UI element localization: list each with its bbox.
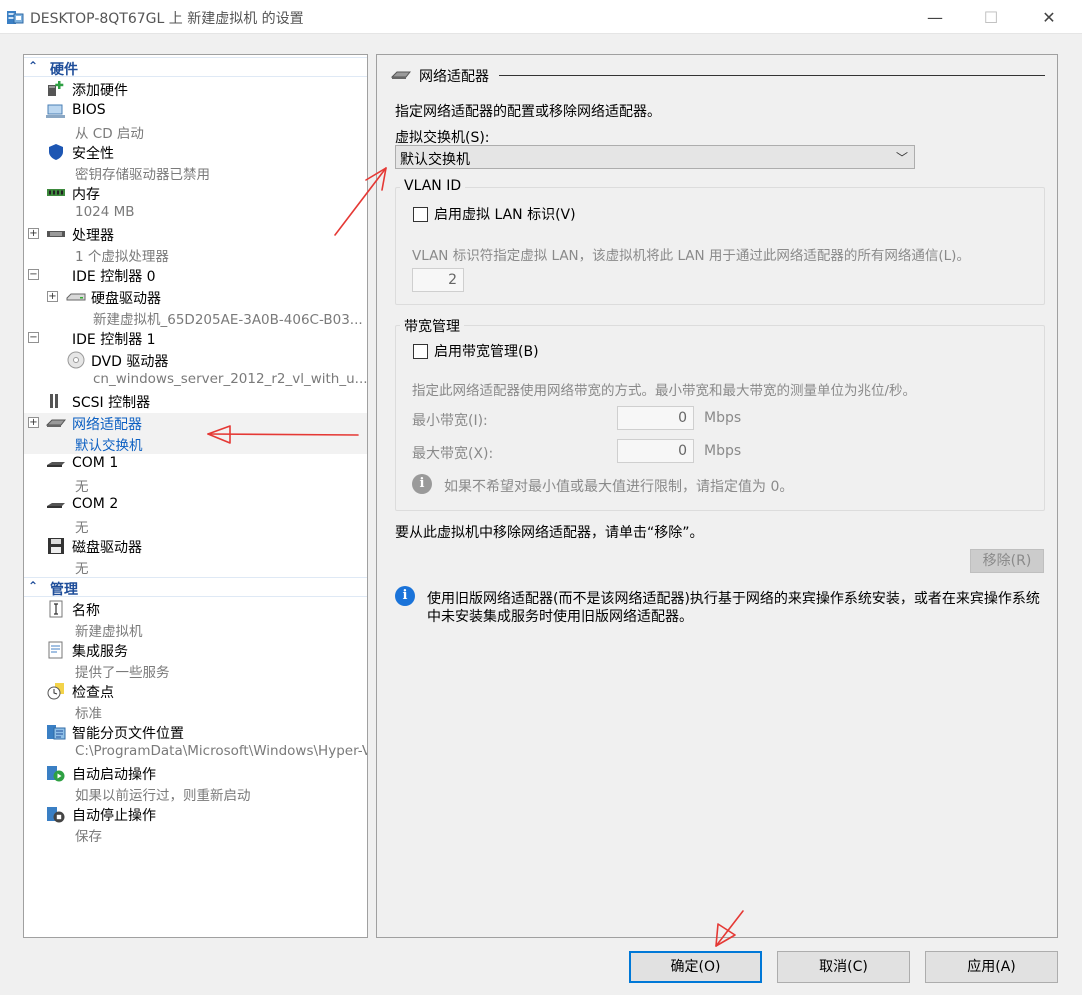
legacy-adapter-info-line1: 使用旧版网络适配器(而不是该网络适配器)执行基于网络的来宾操作系统安装，或者在来… <box>427 591 1040 607</box>
bandwidth-help-text: 指定此网络适配器使用网络带宽的方式。最小带宽和最大带宽的测量单位为兆位/秒。 <box>412 383 917 399</box>
tree-item-floppy-drive[interactable]: 磁盘驱动器 无 <box>24 536 367 577</box>
tree-item-checkpoint[interactable]: 检查点 标准 <box>24 681 367 722</box>
network-adapter-settings-panel: 网络适配器 指定网络适配器的配置或移除网络适配器。 虚拟交换机(S): 默认交换… <box>376 54 1058 938</box>
dvd-drive-icon <box>67 351 85 369</box>
tree-item-scsi-controller[interactable]: SCSI 控制器 <box>24 391 367 413</box>
tree-item-hard-drive[interactable]: + 硬盘驱动器 新建虚拟机_65D205AE-3A0B-406C-B03... <box>24 287 367 328</box>
vlan-id-input[interactable]: 2 <box>412 268 464 292</box>
max-bandwidth-unit: Mbps <box>704 443 742 459</box>
tree-item-auto-start[interactable]: 自动启动操作 如果以前运行过，则重新启动 <box>24 763 367 804</box>
vlan-help-text: VLAN 标识符指定虚拟 LAN，该虚拟机将此 LAN 用于通过此网络适配器的所… <box>412 248 970 264</box>
maximize-button[interactable]: ☐ <box>968 0 1014 34</box>
section-header-management[interactable]: ⌃ 管理 <box>24 577 367 598</box>
minimize-button[interactable]: — <box>912 0 958 34</box>
com-port-icon <box>47 503 65 508</box>
enable-bandwidth-checkbox[interactable] <box>413 344 428 359</box>
settings-tree[interactable]: ⌃ 硬件 添加硬件 BIOS 从 CD 启动 安全性 密钥存储驱动器已禁用 内存… <box>23 54 368 938</box>
remove-button[interactable]: 移除(R) <box>970 549 1044 573</box>
auto-stop-icon <box>47 807 65 823</box>
com-port-icon <box>47 462 65 467</box>
expand-processor-icon[interactable]: + <box>28 228 39 239</box>
min-bandwidth-input[interactable]: 0 <box>617 406 694 430</box>
remove-instructions: 要从此虚拟机中移除网络适配器，请单击“移除”。 <box>395 525 704 541</box>
enable-vlan-label[interactable]: 启用虚拟 LAN 标识(V) <box>434 204 576 224</box>
window-title: DESKTOP-8QT67GL 上 新建虚拟机 的设置 <box>30 11 304 27</box>
tree-item-com2[interactable]: COM 2 无 <box>24 495 367 536</box>
tree-item-ide-controller-0[interactable]: − IDE 控制器 0 <box>24 265 367 287</box>
tree-item-auto-stop[interactable]: 自动停止操作 保存 <box>24 804 367 845</box>
max-bandwidth-label: 最大带宽(X): <box>412 446 494 462</box>
floppy-disk-icon <box>48 538 64 554</box>
add-hardware-icon <box>48 81 64 96</box>
title-bar: DESKTOP-8QT67GL 上 新建虚拟机 的设置 — ☐ ✕ <box>0 0 1082 34</box>
name-icon <box>49 600 63 618</box>
tree-item-ide-controller-1[interactable]: − IDE 控制器 1 <box>24 328 367 350</box>
tree-item-com1[interactable]: COM 1 无 <box>24 454 367 495</box>
hyperv-app-icon <box>7 11 24 24</box>
info-icon: i <box>412 474 432 494</box>
tree-item-security[interactable]: 安全性 密钥存储驱动器已禁用 <box>24 142 367 183</box>
ok-button[interactable]: 确定(O) <box>629 951 762 983</box>
enable-bandwidth-label[interactable]: 启用带宽管理(B) <box>434 341 539 361</box>
tree-item-dvd-drive[interactable]: DVD 驱动器 cn_windows_server_2012_r2_vl_wit… <box>24 350 367 391</box>
checkpoint-icon <box>47 683 64 700</box>
collapse-chevron-icon[interactable]: ⌃ <box>28 59 38 73</box>
apply-button[interactable]: 应用(A) <box>925 951 1058 983</box>
processor-icon <box>47 231 65 237</box>
bandwidth-group: 带宽管理 启用带宽管理(B) 指定此网络适配器使用网络带宽的方式。最小带宽和最大… <box>395 316 1045 511</box>
collapse-chevron-icon[interactable]: ⌃ <box>28 579 38 593</box>
network-adapter-icon <box>46 419 66 427</box>
tree-item-bios[interactable]: BIOS 从 CD 启动 <box>24 101 367 142</box>
vlan-group: VLAN ID 启用虚拟 LAN 标识(V) VLAN 标识符指定虚拟 LAN，… <box>395 178 1045 305</box>
tree-item-name[interactable]: 名称 新建虚拟机 <box>24 599 367 640</box>
cancel-button[interactable]: 取消(C) <box>777 951 910 983</box>
info-icon: i <box>395 586 415 606</box>
close-button[interactable]: ✕ <box>1026 0 1072 34</box>
auto-start-icon <box>47 766 65 782</box>
virtual-switch-select[interactable]: 默认交换机 ﹀ <box>395 145 915 169</box>
min-bandwidth-label: 最小带宽(I): <box>412 413 488 429</box>
min-bandwidth-unit: Mbps <box>704 410 742 426</box>
virtual-switch-label: 虚拟交换机(S): <box>395 130 490 146</box>
tree-item-smart-paging[interactable]: 智能分页文件位置 C:\ProgramData\Microsoft\Window… <box>24 722 367 763</box>
legacy-adapter-info-line2: 中未安装集成服务时使用旧版网络适配器。 <box>427 609 693 625</box>
paging-file-icon <box>47 725 66 740</box>
panel-description: 指定网络适配器的配置或移除网络适配器。 <box>395 104 661 120</box>
bandwidth-hint: 如果不希望对最小值或最大值进行限制，请指定值为 0。 <box>444 479 794 495</box>
scsi-controller-icon <box>50 394 58 408</box>
max-bandwidth-input[interactable]: 0 <box>617 439 694 463</box>
tree-item-network-adapter[interactable]: + 网络适配器 默认交换机 <box>24 413 367 454</box>
chevron-down-icon: ﹀ <box>895 151 908 165</box>
section-title: 网络适配器 <box>419 69 489 85</box>
hard-drive-icon <box>66 293 86 301</box>
tree-item-memory[interactable]: 内存 1024 MB <box>24 183 367 224</box>
enable-vlan-checkbox[interactable] <box>413 207 428 222</box>
expand-hard-drive-icon[interactable]: + <box>47 291 58 302</box>
integration-services-icon <box>48 641 63 659</box>
memory-icon <box>47 189 65 196</box>
expand-network-adapter-icon[interactable]: + <box>28 417 39 428</box>
tree-item-integration-services[interactable]: 集成服务 提供了一些服务 <box>24 640 367 681</box>
bios-icon <box>46 104 65 118</box>
tree-item-processor[interactable]: + 处理器 1 个虚拟处理器 <box>24 224 367 265</box>
section-header-hardware[interactable]: ⌃ 硬件 <box>24 57 367 78</box>
security-shield-icon <box>49 144 63 160</box>
bandwidth-group-title: 带宽管理 <box>400 316 464 336</box>
tree-item-add-hardware[interactable]: 添加硬件 <box>24 79 367 101</box>
collapse-ide0-icon[interactable]: − <box>28 269 39 280</box>
section-title-rule <box>499 75 1045 76</box>
network-adapter-icon <box>391 71 411 79</box>
vlan-group-title: VLAN ID <box>400 178 466 194</box>
collapse-ide1-icon[interactable]: − <box>28 332 39 343</box>
